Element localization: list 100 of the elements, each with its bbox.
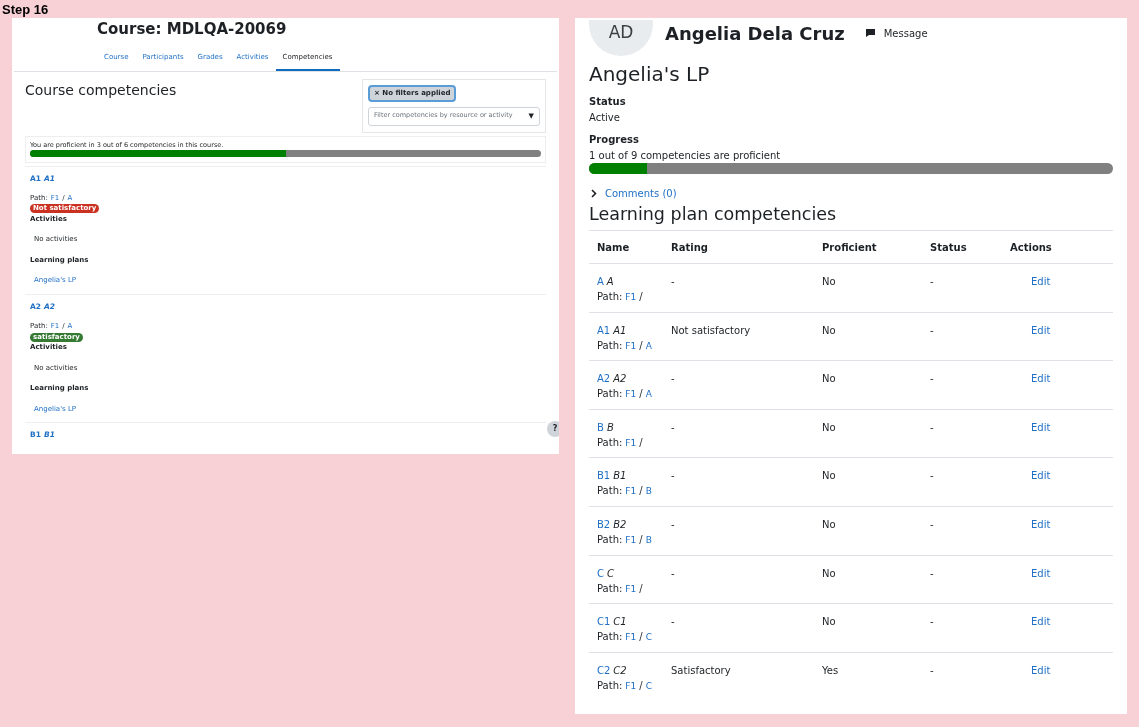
path-link[interactable]: B	[645, 532, 652, 548]
competency-code[interactable]: B	[597, 419, 604, 435]
competency-code[interactable]: A1	[597, 322, 611, 338]
message-button[interactable]: Message	[864, 25, 928, 41]
path-label: Path:	[597, 630, 623, 645]
column-header: Actions	[1010, 240, 1053, 255]
path-separator: /	[639, 532, 643, 547]
edit-link[interactable]: Edit	[1031, 324, 1051, 336]
help-button[interactable]: ?	[547, 421, 559, 437]
chevron-right-icon	[591, 189, 597, 198]
path-label: Path:	[597, 338, 623, 353]
edit-link[interactable]: Edit	[1031, 276, 1051, 287]
path-link[interactable]: A	[645, 387, 652, 403]
proficient-cell-text: No	[822, 420, 837, 435]
path-separator: /	[639, 581, 643, 596]
proficient-cell-text: No	[822, 566, 837, 581]
path-link[interactable]: F1	[625, 290, 637, 305]
proficient-cell-text: No	[822, 372, 837, 387]
path-label: Path:	[597, 484, 623, 499]
progress-text: 1 out of 9 competencies are proficient	[589, 149, 782, 163]
path-link[interactable]: F1	[625, 435, 637, 451]
competency-name: C	[607, 566, 614, 581]
edit-link[interactable]: Edit	[1031, 616, 1051, 628]
status-cell-text: -	[930, 517, 935, 532]
path-label: Path:	[597, 532, 623, 547]
path-separator: /	[639, 338, 643, 353]
status-cell-text: -	[930, 615, 935, 630]
status-value: Active	[589, 111, 621, 125]
edit-link[interactable]: Edit	[1031, 421, 1051, 433]
progress-label: Progress	[589, 133, 640, 147]
path-link[interactable]: F1	[625, 678, 637, 694]
edit-link[interactable]: Edit	[1031, 470, 1051, 482]
rating-cell-text: -	[671, 566, 676, 581]
competency-name: C1	[613, 615, 627, 630]
path-separator: /	[639, 484, 643, 499]
competency-code[interactable]: B1	[597, 468, 611, 484]
edit-link[interactable]: Edit	[1031, 664, 1051, 676]
edit-link[interactable]: Edit	[1031, 373, 1051, 385]
competency-code[interactable]: C2	[597, 662, 611, 678]
section-heading: Course competencies	[25, 80, 177, 100]
path-separator: /	[639, 630, 643, 645]
status-cell-text: -	[930, 663, 935, 678]
competency-code[interactable]: C	[597, 565, 604, 581]
path-link[interactable]: F1	[625, 532, 637, 548]
path-separator: /	[639, 290, 643, 304]
path-separator: /	[639, 435, 643, 450]
proficient-cell-text: No	[822, 517, 837, 532]
comments-link[interactable]: Comments (0)	[591, 186, 1113, 201]
competency-code[interactable]: B2	[597, 516, 611, 532]
path-label: Path:	[597, 581, 623, 596]
competency-name: A	[606, 275, 614, 289]
path-link[interactable]: F1	[625, 581, 637, 597]
proficient-cell-text: No	[822, 323, 837, 338]
path-link[interactable]: A	[645, 338, 652, 354]
column-header: Proficient	[822, 240, 878, 255]
competency-name: B	[606, 420, 614, 435]
proficient-cell-text: Yes	[822, 663, 840, 678]
column-header: Name	[597, 240, 631, 255]
edit-link[interactable]: Edit	[1031, 518, 1051, 530]
proficient-cell-text: No	[822, 469, 837, 484]
status-cell-text: -	[930, 372, 935, 387]
status-label: Status	[589, 95, 627, 109]
path-link[interactable]: F1	[625, 387, 637, 403]
rating-cell-text: -	[671, 615, 676, 630]
path-link[interactable]: B	[645, 484, 652, 500]
competency-code[interactable]: C1	[597, 614, 611, 630]
path-label: Path:	[597, 387, 623, 402]
rating-cell-text: -	[671, 517, 676, 532]
path-link[interactable]: F1	[625, 630, 637, 646]
rating-cell-text: -	[671, 469, 676, 484]
competency-code[interactable]: A2	[597, 371, 611, 387]
table-heading: Learning plan competencies	[589, 203, 838, 225]
path-separator: /	[639, 387, 643, 402]
edit-link[interactable]: Edit	[1031, 567, 1051, 579]
status-cell-text: -	[930, 275, 935, 289]
status-cell-text: -	[930, 420, 935, 435]
path-label: Path:	[597, 678, 623, 693]
rating-cell-text: Not satisfactory	[671, 323, 752, 338]
competency-code[interactable]: A	[597, 274, 604, 289]
user-name: Angelia Dela Cruz	[665, 21, 845, 46]
competency-name: C2	[613, 663, 627, 678]
column-header: Rating	[671, 240, 709, 255]
path-link[interactable]: F1	[625, 338, 637, 354]
proficient-cell-text: No	[822, 275, 837, 289]
rating-cell-text: Satisfactory	[671, 663, 732, 678]
status-cell-text: -	[930, 469, 935, 484]
path-link[interactable]: C	[645, 678, 652, 694]
plan-title: Angelia's LP	[589, 62, 711, 86]
competency-name: B1	[613, 469, 627, 484]
path-label: Path:	[597, 290, 623, 304]
path-label: Path:	[597, 435, 623, 450]
step-label: Step 16	[1, 1, 50, 18]
status-cell-text: -	[930, 323, 935, 338]
column-header: Status	[930, 240, 968, 255]
competency-name: B2	[613, 517, 627, 532]
path-link[interactable]: F1	[625, 484, 637, 500]
competency-name: A1	[613, 323, 627, 338]
proficient-cell-text: No	[822, 615, 837, 630]
rating-cell-text: -	[671, 372, 676, 387]
path-link[interactable]: C	[645, 630, 652, 646]
